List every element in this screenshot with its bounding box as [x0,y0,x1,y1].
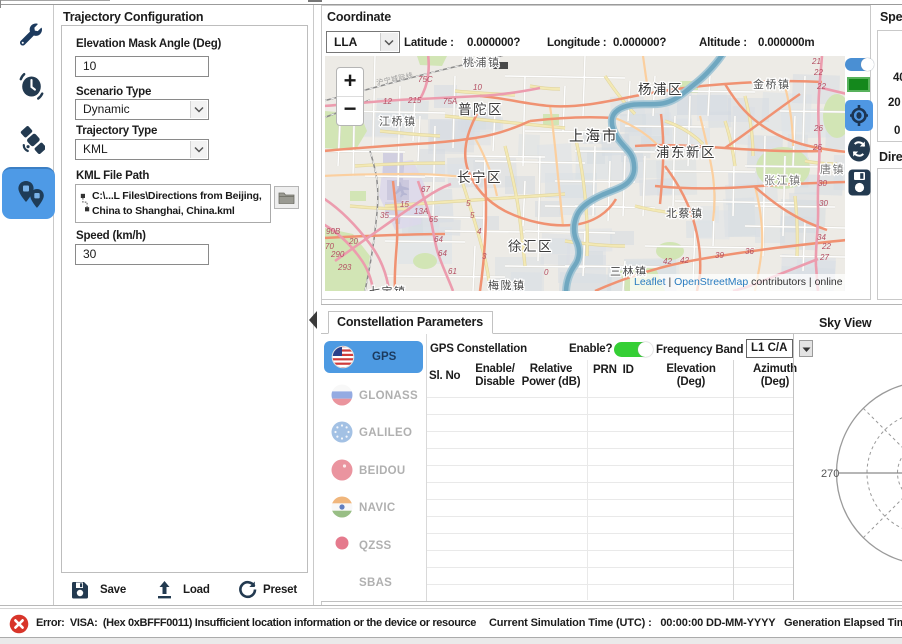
svg-text:10: 10 [473,83,482,92]
svg-text:26: 26 [813,124,823,133]
svg-text:22: 22 [813,68,823,77]
svg-text:75C: 75C [418,75,433,84]
svg-text:上海市: 上海市 [569,128,619,145]
svg-text:90B: 90B [326,227,341,236]
svg-text:65: 65 [429,215,438,224]
svg-text:30: 30 [818,179,827,188]
svg-text:34: 34 [817,233,826,242]
svg-text:金桥镇: 金桥镇 [753,77,791,91]
svg-text:64: 64 [438,249,447,258]
svg-text:30: 30 [819,199,828,208]
svg-text:杨浦区: 杨浦区 [638,82,683,97]
svg-text:42: 42 [663,257,672,266]
svg-text:42: 42 [680,256,689,265]
svg-text:0: 0 [544,268,549,277]
svg-text:20: 20 [348,237,358,246]
svg-text:张江镇: 张江镇 [764,173,802,187]
svg-text:64: 64 [434,235,443,244]
svg-text:普陀区: 普陀区 [458,102,503,117]
svg-text:270: 270 [821,468,839,480]
svg-text:12: 12 [383,97,392,106]
svg-text:江桥镇: 江桥镇 [379,114,417,128]
svg-text:唐镇: 唐镇 [820,162,845,176]
svg-text:21: 21 [811,57,821,66]
svg-text:七宝镇: 七宝镇 [369,284,407,291]
svg-text:293: 293 [337,263,352,272]
svg-text:桃浦镇: 桃浦镇 [463,56,501,69]
svg-text:35: 35 [380,211,389,220]
svg-text:215: 215 [407,96,422,105]
svg-text:22: 22 [816,82,826,91]
svg-text:徐汇区: 徐汇区 [508,239,553,254]
svg-text:5: 5 [470,211,475,220]
svg-text:长宁区: 长宁区 [457,169,502,185]
svg-text:67: 67 [421,185,430,194]
svg-text:15: 15 [400,200,409,209]
svg-text:浦东新区: 浦东新区 [656,145,716,160]
svg-text:26: 26 [812,143,822,152]
svg-text:75A: 75A [443,97,457,106]
svg-text:北蔡镇: 北蔡镇 [666,206,704,220]
svg-text:36: 36 [745,247,754,256]
svg-text:290: 290 [330,250,345,259]
svg-text:梅陇镇: 梅陇镇 [488,278,526,291]
svg-text:27: 27 [819,253,829,262]
svg-text:5: 5 [466,199,471,208]
svg-text:39: 39 [715,251,724,260]
svg-text:22: 22 [821,242,831,251]
svg-text:61: 61 [448,267,457,276]
svg-text:4: 4 [477,227,482,236]
svg-text:3: 3 [482,252,487,261]
svg-text:13A: 13A [414,207,428,216]
